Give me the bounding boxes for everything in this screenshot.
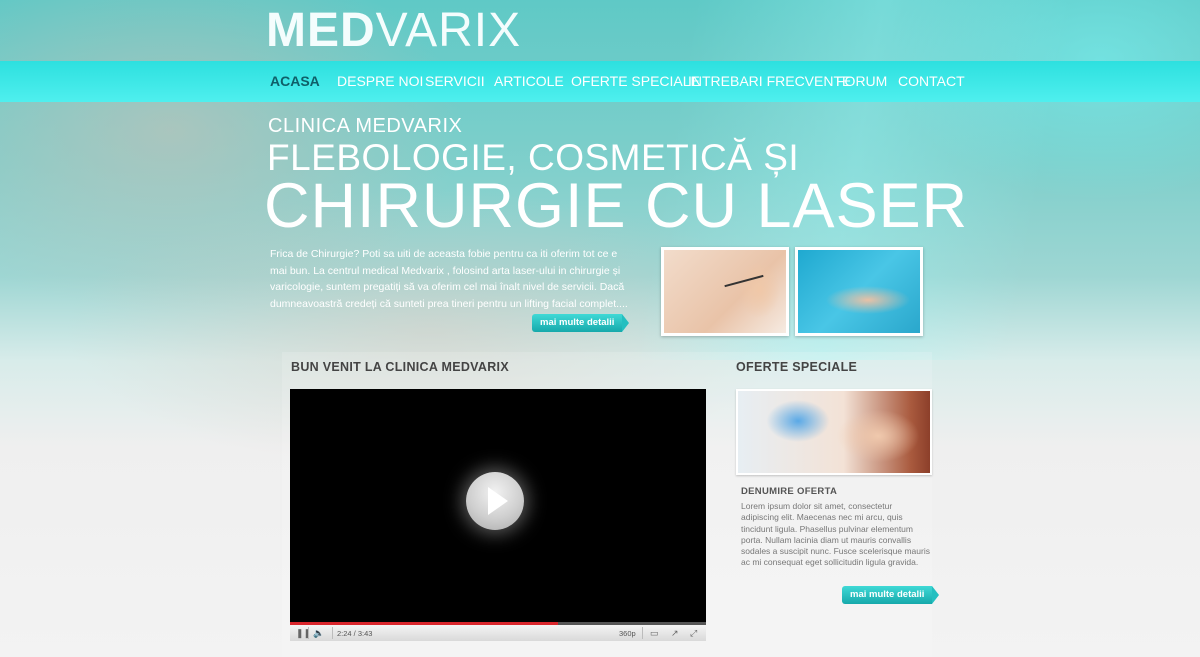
nav-item-acasa[interactable]: ACASA	[270, 73, 320, 89]
thumbnail-image	[664, 250, 786, 333]
nav-item-contact[interactable]: CONTACT	[898, 73, 965, 89]
quality-selector[interactable]: 360p	[619, 629, 636, 638]
nav-item-forum[interactable]: FORUM	[836, 73, 887, 89]
hero-intro-text: Frica de Chirurgie? Poti sa uiti de acea…	[270, 248, 628, 310]
hero-headline-line2: CHIRURGIE CU LASER	[264, 171, 969, 241]
offer-photo	[738, 391, 930, 473]
thumbnail-image	[798, 250, 920, 333]
site-logo[interactable]: MEDVARIX	[266, 6, 521, 56]
fullscreen-icon[interactable]: ⤢	[690, 628, 697, 638]
offer-image[interactable]	[736, 389, 932, 475]
offer-name[interactable]: DENUMIRE OFERTA	[741, 486, 837, 497]
nav-item-despre-noi[interactable]: DESPRE NOI	[337, 73, 423, 89]
welcome-section-title: BUN VENIT LA CLINICA MEDVARIX	[291, 360, 509, 374]
main-navigation-bar: ACASA DESPRE NOI SERVICII ARTICOLE OFERT…	[0, 61, 1200, 102]
hero-thumbnail-laser-surgery[interactable]	[661, 247, 789, 336]
offers-section-title: OFERTE SPECIALE	[736, 360, 858, 374]
nav-item-intrebari-frecvente[interactable]: INTREBARI FRECVENTE	[688, 73, 851, 89]
volume-icon[interactable]: 🔈	[313, 628, 324, 638]
play-icon[interactable]	[466, 472, 524, 530]
logo-varix: VARIX	[375, 4, 522, 57]
nav-item-servicii[interactable]: SERVICII	[425, 73, 485, 89]
video-controls: ❚❚ 🔈 2:24 / 3:43 360p ▭ ↗ ⤢	[290, 625, 706, 641]
hero-more-details-button[interactable]: mai multe detalii	[532, 314, 630, 332]
controls-divider	[642, 627, 643, 639]
nav-item-oferte-speciale[interactable]: OFERTE SPECIALE	[571, 73, 700, 89]
nav-item-articole[interactable]: ARTICOLE	[494, 73, 564, 89]
offer-more-details-button[interactable]: mai multe detalii	[842, 586, 940, 604]
hero-subtitle: CLINICA MEDVARIX	[268, 115, 463, 137]
share-icon[interactable]: ↗	[671, 628, 679, 638]
controls-divider	[308, 627, 309, 639]
video-screen[interactable]	[290, 389, 706, 622]
logo-med: MED	[266, 4, 376, 57]
popout-icon[interactable]: ▭	[650, 628, 659, 638]
video-time: 2:24 / 3:43	[337, 629, 373, 638]
controls-divider	[332, 627, 333, 639]
video-player[interactable]: ❚❚ 🔈 2:24 / 3:43 360p ▭ ↗ ⤢	[290, 389, 706, 641]
hero-thumbnail-legs-pool[interactable]	[795, 247, 923, 336]
offer-description: Lorem ipsum dolor sit amet, consectetur …	[741, 501, 930, 568]
